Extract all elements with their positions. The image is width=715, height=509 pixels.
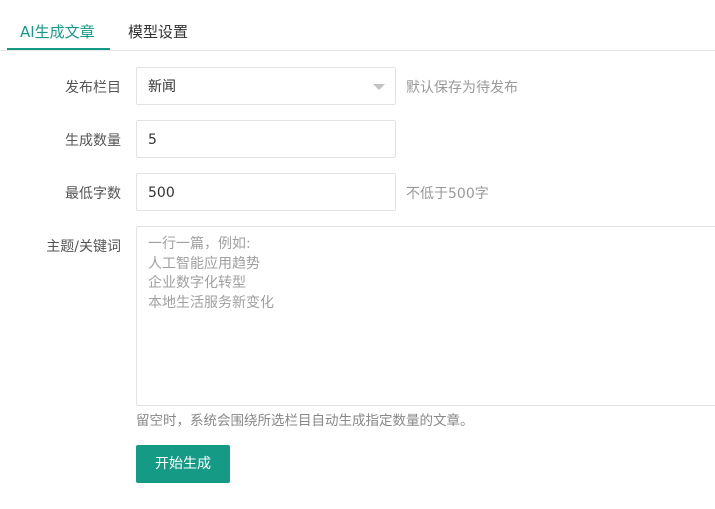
tab-model-settings[interactable]: 模型设置 bbox=[128, 22, 188, 42]
start-generate-button[interactable]: 开始生成 bbox=[136, 445, 230, 483]
placeholder-line: 一行一篇，例如: bbox=[148, 236, 251, 252]
topics-textarea[interactable]: 一行一篇，例如: 人工智能应用趋势 企业数字化转型 本地生活服务新变化 bbox=[136, 226, 715, 406]
min-words-input[interactable]: 500 bbox=[136, 173, 396, 211]
topics-label: 主题/关键词 bbox=[46, 239, 121, 255]
tab-bar: AI生成文章 模型设置 bbox=[0, 0, 715, 51]
chevron-down-icon bbox=[373, 84, 385, 90]
count-input-value: 5 bbox=[148, 132, 157, 148]
active-tab-indicator bbox=[7, 48, 110, 50]
placeholder-line: 本地生活服务新变化 bbox=[148, 294, 274, 311]
min-words-label: 最低字数 bbox=[65, 186, 121, 202]
count-label: 生成数量 bbox=[65, 133, 121, 149]
placeholder-line: 人工智能应用趋势 bbox=[148, 255, 260, 272]
tab-ai-generate-article[interactable]: AI生成文章 bbox=[20, 22, 95, 42]
column-hint: 默认保存为待发布 bbox=[406, 80, 518, 96]
column-select-value: 新闻 bbox=[148, 79, 176, 95]
min-words-hint: 不低于500字 bbox=[406, 186, 489, 202]
column-label: 发布栏目 bbox=[65, 80, 121, 96]
column-select[interactable]: 新闻 bbox=[136, 67, 396, 105]
topics-note: 留空时，系统会围绕所选栏目自动生成指定数量的文章。 bbox=[136, 413, 474, 429]
min-words-input-value: 500 bbox=[148, 185, 175, 201]
topics-placeholder: 一行一篇，例如: 人工智能应用趋势 企业数字化转型 本地生活服务新变化 bbox=[148, 235, 274, 313]
count-input[interactable]: 5 bbox=[136, 120, 396, 158]
placeholder-line: 企业数字化转型 bbox=[148, 275, 246, 291]
